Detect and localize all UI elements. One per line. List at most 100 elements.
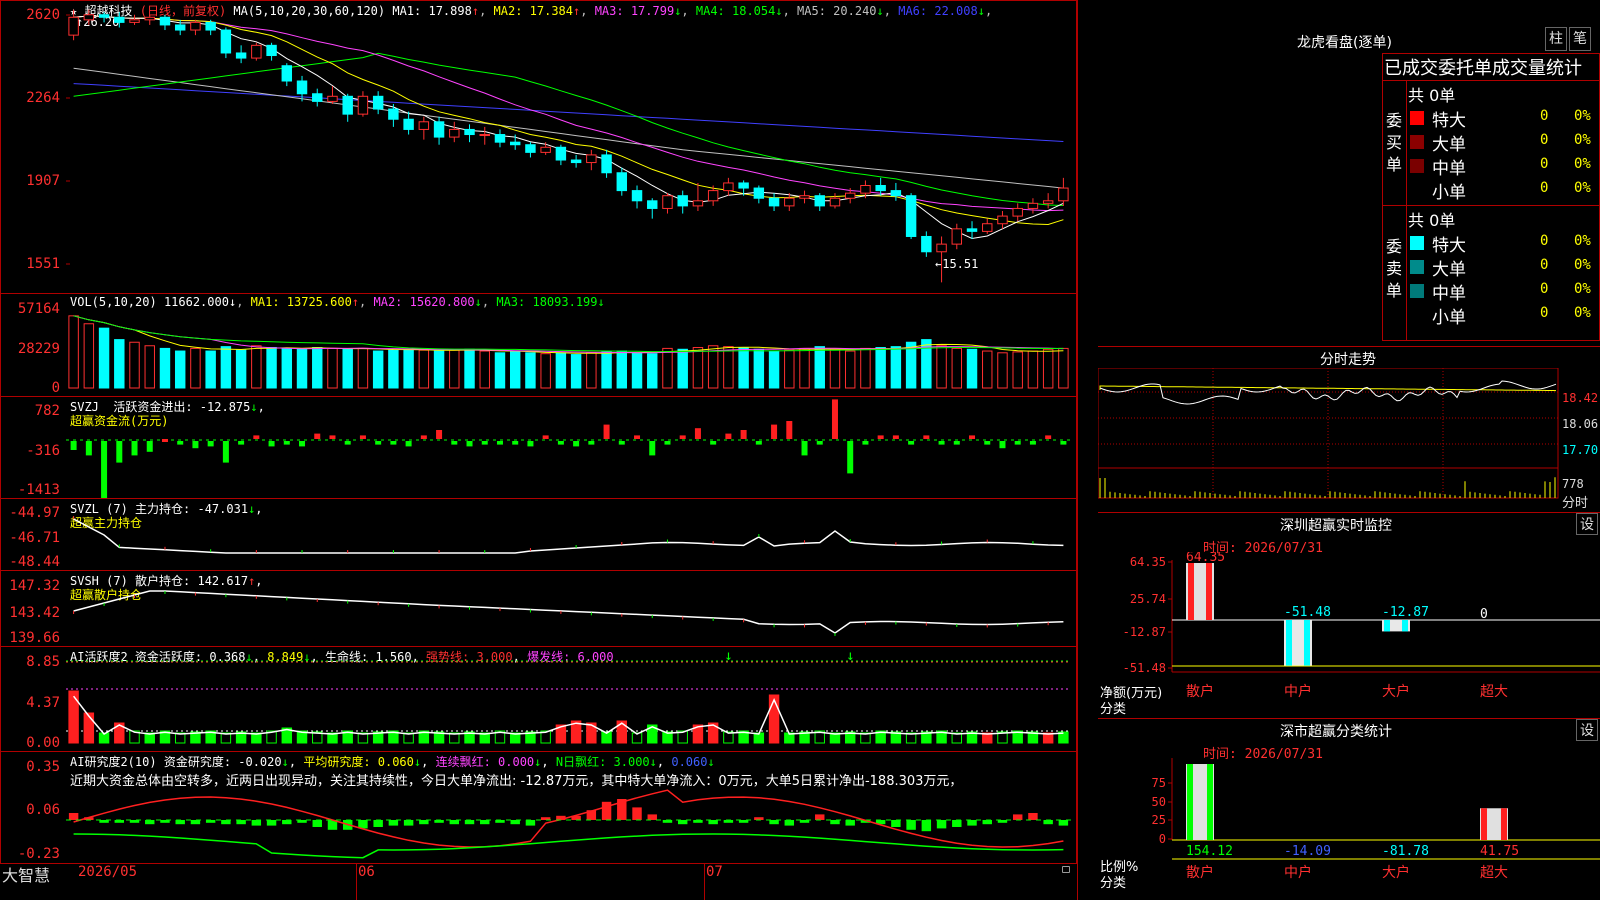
vol-bar-30 — [525, 352, 536, 389]
longhu-header: 已成交委托单成交量统计 — [1384, 58, 1582, 79]
szc-ytick-1: 50 — [1152, 795, 1166, 809]
ai2-ytick-2: 0.06 — [26, 802, 60, 818]
candle-body-36 — [616, 172, 628, 192]
candle-body-55 — [905, 195, 917, 237]
ai2-bar-42 — [708, 820, 718, 825]
vol-bar-38 — [647, 353, 658, 389]
buy-swatch-0 — [1410, 111, 1424, 125]
svsh-chart[interactable] — [66, 571, 1076, 646]
svzj-bar-40 — [679, 435, 686, 439]
ai2-bar-58 — [952, 820, 962, 827]
ai2-bar-20 — [373, 820, 383, 827]
volume-chart[interactable] — [66, 294, 1076, 396]
svzj-bar-27 — [481, 441, 488, 445]
szc-category-1: 中户 — [1284, 864, 1312, 881]
sz-monitor-chart[interactable]: 64.35 25.74 -12.87 -51.48 64.35 散户 -51.48 中户 -12… — [1100, 552, 1600, 717]
vol-bar-11 — [235, 349, 247, 389]
svzj-bar-5 — [146, 441, 153, 452]
candle-body-13 — [266, 44, 277, 57]
candle-body-62 — [1012, 207, 1023, 217]
svzj-bar-20 — [375, 441, 382, 445]
date-axis — [0, 863, 1077, 900]
ai2-green-line — [73, 833, 1064, 859]
ai-research-chart[interactable] — [66, 752, 1076, 863]
szm-value-0: 64.35 — [1186, 552, 1225, 565]
szm-value-3: 0 — [1480, 607, 1488, 622]
svzj-bar-62 — [1014, 441, 1021, 445]
tick-mode-button[interactable]: 笔 — [1569, 27, 1591, 51]
sz-monitor-settings-button[interactable]: 设 — [1576, 513, 1598, 535]
svzj-bar-50 — [831, 399, 838, 439]
buy-name-1: 大单 — [1432, 135, 1466, 155]
svzj-bar-24 — [436, 430, 443, 439]
vol-bar-64 — [1042, 348, 1054, 389]
ai2-bar-23 — [419, 820, 429, 825]
sz-class-settings-button[interactable]: 设 — [1576, 719, 1598, 741]
main-candle-chart[interactable] — [66, 0, 1076, 294]
svzj-bar-55 — [908, 441, 915, 445]
svzj-ytick-3: -1413 — [17, 482, 60, 498]
ai2-bar-8 — [190, 820, 201, 825]
svzj-bar-35 — [603, 424, 610, 439]
svzj-bar-46 — [771, 424, 778, 439]
vol-bar-8 — [190, 347, 201, 389]
candle-body-56 — [921, 235, 932, 253]
svzj-bar-65 — [1060, 441, 1067, 445]
svzj-bar-31 — [542, 435, 549, 439]
ai1-bar-1 — [83, 712, 95, 744]
svzj-chart[interactable] — [66, 397, 1076, 498]
vol-bar-1 — [83, 323, 95, 389]
svzj-bar-16 — [314, 433, 321, 439]
vol-bar-54 — [890, 346, 902, 389]
vol-bar-52 — [860, 347, 871, 389]
candle-body-29 — [509, 141, 521, 146]
sell-total: 共 0单 — [1408, 211, 1456, 230]
candle-body-24 — [433, 121, 445, 138]
vol-bar-57 — [936, 345, 947, 389]
candle-body-3 — [114, 16, 125, 23]
candle-body-64 — [1042, 200, 1054, 204]
szc-ytick-2: 25 — [1152, 813, 1166, 827]
svsh-ytick-3: 139.66 — [9, 630, 60, 646]
candle-body-46 — [768, 197, 780, 207]
svzl-ytick-2: -46.71 — [9, 530, 60, 546]
date-tick-jun: 06 — [358, 864, 375, 880]
svzj-bar-25 — [451, 441, 458, 445]
ai2-bar-7 — [175, 820, 185, 825]
vol-bar-32 — [555, 352, 567, 389]
svzj-bar-60 — [984, 441, 991, 445]
vol-bar-23 — [418, 349, 430, 389]
vol-bar-22 — [403, 348, 414, 389]
vol-bar-29 — [509, 351, 521, 389]
svzj-bar-13 — [268, 441, 275, 447]
vol-bar-12 — [251, 345, 262, 389]
candle-body-49 — [814, 195, 825, 207]
svzj-bar-15 — [299, 441, 306, 447]
svzj-bar-17 — [329, 435, 336, 439]
svzl-chart[interactable] — [66, 499, 1076, 570]
candle-body-54 — [890, 190, 902, 197]
vol-bar-3 — [114, 339, 125, 389]
sz-class-chart[interactable]: 75 50 25 0 154.12 散户 -14.09 中户 -81.78 大户 41.75 超大 — [1100, 758, 1600, 900]
buy-swatch-2 — [1410, 159, 1424, 173]
svzj-bar-32 — [557, 441, 564, 445]
candle-body-47 — [784, 197, 795, 207]
svzj-bar-45 — [755, 441, 762, 445]
svzj-bar-26 — [466, 441, 473, 447]
vol-bar-44 — [738, 347, 749, 389]
vol-bar-5 — [144, 345, 155, 389]
ai2-bar-12 — [251, 820, 262, 826]
bar-mode-button[interactable]: 柱 — [1545, 27, 1567, 51]
buy-name-0: 特大 — [1432, 111, 1466, 131]
ai2-bar-14 — [282, 820, 292, 825]
candle-body-10 — [220, 29, 232, 54]
vol-bar-31 — [540, 353, 551, 389]
ai2-ytick-1: 0.35 — [26, 759, 60, 775]
szm-ytick-1: 25.74 — [1130, 592, 1166, 606]
ai2-ytick-3: -0.23 — [17, 846, 60, 862]
szm-ytick-2: -12.87 — [1123, 625, 1166, 639]
candle-body-2 — [98, 14, 110, 18]
ai-activity-chart[interactable]: ↓ ↓ — [66, 647, 1076, 751]
intraday-chart[interactable] — [1098, 368, 1560, 510]
candle-body-53 — [875, 185, 886, 192]
